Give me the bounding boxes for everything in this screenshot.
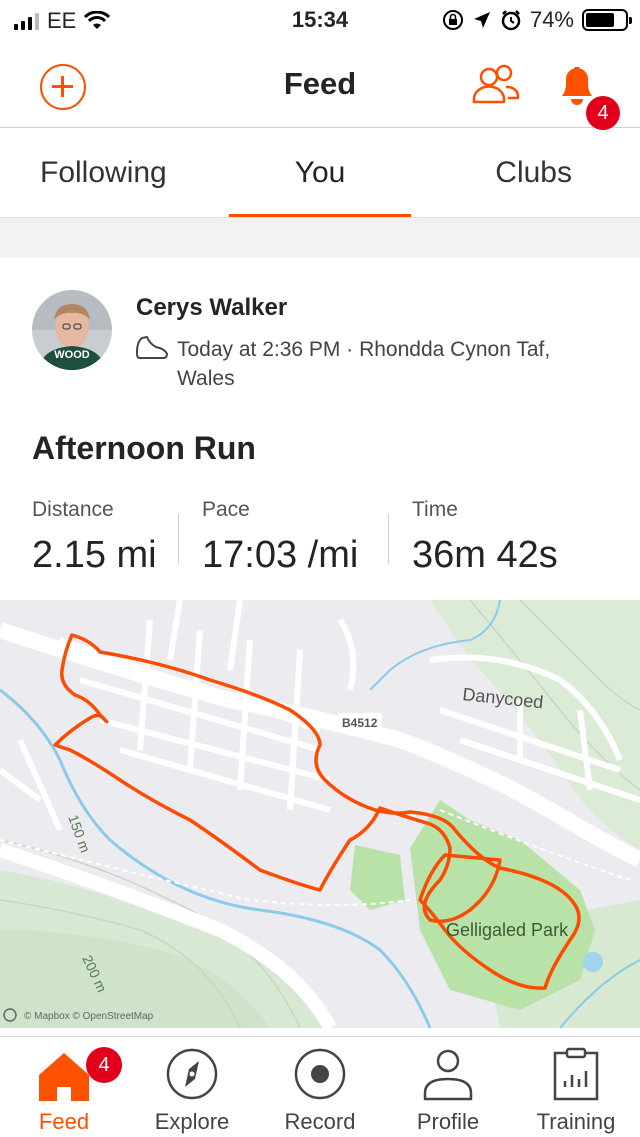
bottom-nav: 4 Feed Explore Record Profile Training: [0, 1036, 640, 1136]
stat-value: 36m 42s: [412, 534, 558, 576]
alarm-icon: [501, 10, 521, 31]
battery-icon: [582, 9, 632, 31]
stat-label: Time: [412, 498, 458, 521]
find-friends-button[interactable]: [470, 62, 522, 108]
home-icon: [39, 1053, 89, 1101]
feed-tabs: Following You Clubs: [0, 128, 640, 218]
avatar[interactable]: WOOD: [32, 290, 112, 370]
battery-percent: 74%: [529, 7, 574, 32]
route-map[interactable]: Danycoed B4512 Gelligaled Park 150 m 200…: [0, 600, 640, 1028]
athlete-name[interactable]: Cerys Walker: [136, 294, 287, 322]
feed-separator: [0, 218, 640, 258]
nav-label: Record: [284, 1109, 356, 1134]
stat-distance: Distance 2.15 mi: [32, 498, 157, 577]
activity-title[interactable]: Afternoon Run: [32, 430, 256, 467]
status-right: 74%: [442, 7, 632, 33]
map-label-park: Gelligaled Park: [446, 920, 569, 940]
active-tab-indicator: [229, 214, 411, 217]
rotation-lock-icon: [442, 10, 463, 30]
compass-icon: [166, 1048, 218, 1100]
stat-time: Time 36m 42s: [412, 498, 558, 577]
nav-training[interactable]: Training: [512, 1037, 640, 1137]
activity-card[interactable]: WOOD Cerys Walker Today at 2:36 PM · Rho…: [0, 258, 640, 1028]
map-attribution[interactable]: © Mapbox © OpenStreetMap: [24, 1011, 154, 1022]
stat-pace: Pace 17:03 /mi: [202, 498, 358, 577]
nav-label: Feed: [38, 1109, 90, 1134]
feed-badge: 4: [86, 1047, 122, 1083]
notification-badge: 4: [586, 96, 620, 130]
nav-label: Explore: [154, 1109, 230, 1134]
stat-divider: [388, 514, 389, 564]
stat-value: 17:03 /mi: [202, 534, 359, 576]
training-icon: [553, 1047, 599, 1101]
page-title: Feed: [283, 66, 357, 101]
nav-label: Training: [536, 1109, 616, 1134]
nav-label: Profile: [416, 1109, 480, 1134]
run-shoe-icon: [136, 336, 168, 359]
nav-record[interactable]: Record: [256, 1037, 384, 1137]
nav-profile[interactable]: Profile: [384, 1037, 512, 1137]
map-label-road: B4512: [342, 716, 378, 730]
nav-feed[interactable]: 4 Feed: [0, 1037, 128, 1137]
stat-divider: [178, 514, 179, 564]
stat-label: Pace: [202, 498, 250, 521]
status-bar: EE 15:34 74%: [0, 0, 640, 40]
profile-icon: [423, 1049, 473, 1101]
activity-meta: Today at 2:36 PM · Rhondda Cynon Taf, Wa…: [177, 338, 551, 390]
avatar-shirt-text: WOOD: [54, 349, 89, 361]
location-icon: [473, 12, 490, 28]
nav-explore[interactable]: Explore: [128, 1037, 256, 1137]
top-nav: Feed 4: [0, 40, 640, 130]
record-icon: [294, 1048, 346, 1100]
stat-label: Distance: [32, 498, 114, 521]
stat-value: 2.15 mi: [32, 534, 157, 576]
tab-clubs[interactable]: Clubs: [495, 156, 572, 190]
